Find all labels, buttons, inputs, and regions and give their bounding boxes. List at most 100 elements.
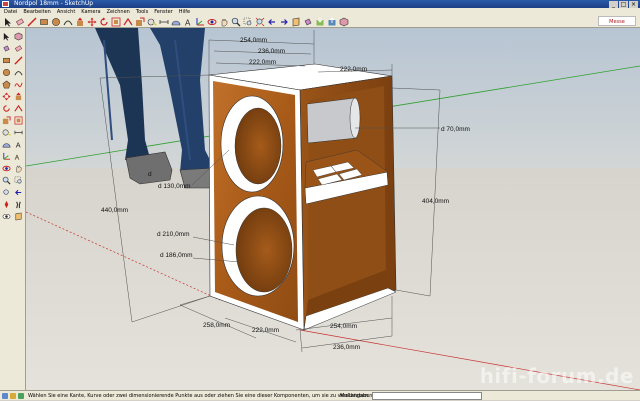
dim-top-right[interactable]: 222,0mm (340, 66, 367, 73)
dim-tweeter-inner[interactable]: d (148, 171, 152, 178)
axes-icon[interactable] (195, 17, 205, 27)
follow-me-icon[interactable] (14, 104, 23, 113)
dimension-icon[interactable] (159, 17, 169, 27)
previous-view-icon[interactable] (267, 17, 277, 27)
protractor-icon[interactable] (2, 140, 11, 149)
circle-icon[interactable] (2, 68, 11, 77)
dim-bottom-front[interactable]: 222,0mm (252, 327, 279, 334)
dim-bottom-right-outer[interactable]: 254,0mm (330, 323, 357, 330)
rotate-icon[interactable] (2, 104, 11, 113)
select-icon[interactable] (3, 17, 13, 27)
eraser-icon[interactable] (14, 44, 23, 53)
rotate-icon[interactable] (99, 17, 109, 27)
get-models-icon[interactable] (315, 17, 325, 27)
move-icon[interactable] (2, 92, 11, 101)
zoom-window-icon[interactable] (243, 17, 253, 27)
text-icon[interactable]: A (14, 140, 23, 149)
status-bar: Wählen Sie eine Kante, Kurve oder zwei d… (0, 390, 640, 400)
freehand-icon[interactable] (14, 80, 23, 89)
dim-top-inner[interactable]: 236,0mm (258, 48, 285, 55)
geo-location-icon[interactable] (2, 393, 8, 399)
scale-icon[interactable] (135, 17, 145, 27)
rectangle-icon[interactable] (2, 56, 11, 65)
dim-bottom-right-inner[interactable]: 236,0mm (333, 344, 360, 351)
look-around-icon[interactable] (2, 212, 11, 221)
close-button[interactable]: × (629, 0, 638, 8)
menu-zeichnen[interactable]: Zeichnen (107, 8, 130, 16)
zoom-window-icon[interactable] (14, 176, 23, 185)
push-pull-icon[interactable] (14, 92, 23, 101)
menu-hilfe[interactable]: Hilfe (179, 8, 190, 16)
text-icon[interactable]: A (183, 17, 193, 28)
protractor-icon[interactable] (171, 17, 181, 27)
follow-me-icon[interactable] (123, 17, 133, 27)
dim-height-left[interactable]: 440,0mm (101, 207, 128, 214)
orbit-icon[interactable] (207, 17, 217, 27)
line-icon[interactable] (14, 56, 23, 65)
dim-height-right[interactable]: 404,0mm (422, 198, 449, 205)
text-3d-icon[interactable]: A (14, 152, 23, 161)
tape-measure-icon[interactable] (2, 128, 11, 137)
help-icon[interactable] (18, 393, 24, 399)
zoom-extents-icon[interactable] (255, 17, 265, 27)
walk-icon[interactable] (14, 200, 23, 209)
zoom-icon[interactable] (2, 176, 11, 185)
make-component-icon[interactable] (14, 32, 23, 41)
credits-icon[interactable] (10, 393, 16, 399)
menu-kamera[interactable]: Kamera (81, 8, 100, 16)
dimension-icon[interactable] (14, 128, 23, 137)
zoom-icon[interactable] (231, 17, 241, 27)
paint-icon[interactable] (303, 17, 313, 27)
line-icon[interactable] (27, 17, 37, 27)
dim-top-depth[interactable]: 222,0mm (249, 59, 276, 66)
share-model-icon[interactable] (327, 17, 337, 27)
tape-measure-icon[interactable] (147, 17, 157, 27)
section-plane-icon[interactable] (291, 17, 301, 27)
pan-icon[interactable] (14, 164, 23, 173)
measurements-input[interactable] (372, 392, 482, 400)
polygon-icon[interactable] (2, 80, 11, 89)
menu-datei[interactable]: Datei (4, 8, 17, 16)
menu-bearbeiten[interactable]: Bearbeiten (23, 8, 50, 16)
dim-woofer-outer[interactable]: d 210,0mm (157, 231, 190, 238)
model-canvas[interactable]: 254,0mm 236,0mm 222,0mm 222,0mm d 70,0mm… (26, 28, 640, 390)
push-pull-icon[interactable] (75, 17, 85, 27)
eraser-icon[interactable] (15, 17, 25, 27)
orbit-icon[interactable] (2, 164, 11, 173)
position-camera-icon[interactable] (2, 200, 11, 209)
paint-icon[interactable] (2, 44, 11, 53)
menu-bar: Datei Bearbeiten Ansicht Kamera Zeichnen… (0, 8, 640, 16)
svg-text:A: A (16, 141, 21, 149)
move-icon[interactable] (87, 17, 97, 27)
dim-bottom-left[interactable]: 258,0mm (203, 322, 230, 329)
select-icon[interactable] (2, 32, 11, 41)
arc-icon[interactable] (14, 68, 23, 77)
speaker-cabinet[interactable] (208, 63, 397, 331)
menu-ansicht[interactable]: Ansicht (57, 8, 75, 16)
menu-fenster[interactable]: Fenster (154, 8, 173, 16)
components-icon[interactable] (339, 17, 349, 27)
zoom-extents-icon[interactable] (2, 188, 11, 197)
dim-tweeter-outer[interactable]: d 130,0mm (158, 183, 191, 190)
main-toolbar: A (0, 16, 640, 28)
minimize-button[interactable]: _ (609, 0, 618, 8)
next-view-icon[interactable] (279, 17, 289, 27)
pan-icon[interactable] (219, 17, 229, 27)
previous-view-icon[interactable] (14, 188, 23, 197)
offset-icon[interactable] (14, 116, 23, 125)
scale-icon[interactable] (2, 116, 11, 125)
sketchup-app-icon (2, 1, 9, 7)
axes-icon[interactable] (2, 152, 11, 161)
maximize-button[interactable]: □ (619, 0, 628, 8)
menu-tools[interactable]: Tools (136, 8, 148, 16)
circle-icon[interactable] (51, 17, 61, 27)
rectangle-icon[interactable] (39, 17, 49, 27)
dim-port-diameter[interactable]: d 70,0mm (441, 126, 470, 133)
arc-icon[interactable] (63, 17, 73, 27)
section-plane-icon[interactable] (14, 212, 23, 221)
dim-top-outer[interactable]: 254,0mm (240, 37, 267, 44)
dim-woofer-inner[interactable]: d 186,0mm (160, 252, 193, 259)
drawing-viewport[interactable]: 254,0mm 236,0mm 222,0mm 222,0mm d 70,0mm… (26, 28, 640, 390)
offset-icon[interactable] (111, 17, 121, 27)
bass-reflex-port[interactable] (306, 97, 358, 144)
